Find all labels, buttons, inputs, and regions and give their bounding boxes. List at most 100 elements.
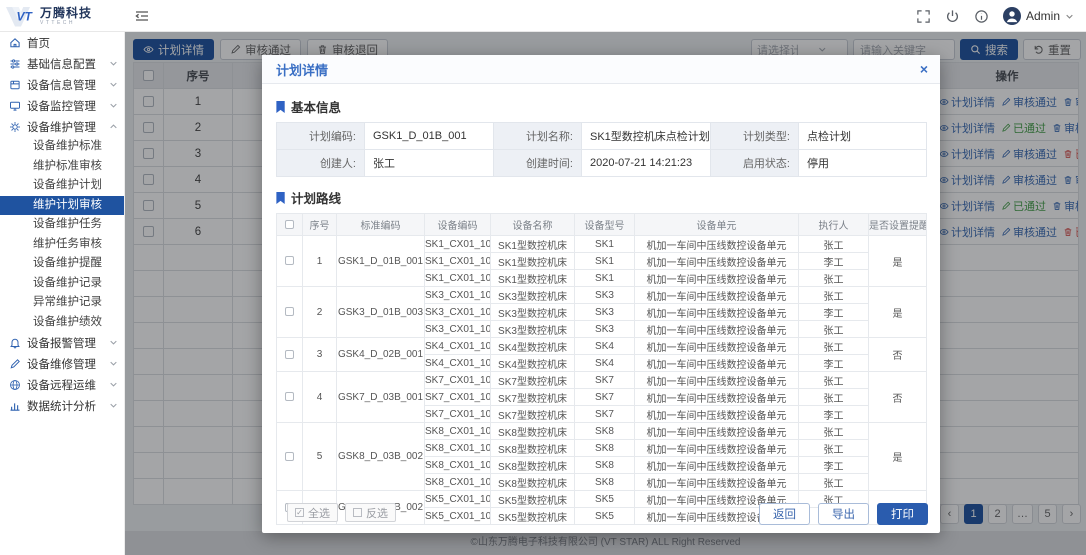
executor: 张工	[799, 270, 869, 287]
device-code: SK7_CX01_1003	[425, 406, 491, 423]
fullscreen-icon[interactable]	[916, 9, 931, 24]
device-code: SK3_CX01_1002	[425, 304, 491, 321]
sidebar-item-remote[interactable]: 设备远程运维	[0, 374, 124, 395]
device-model: SK1	[575, 253, 635, 270]
executor: 张工	[799, 389, 869, 406]
checkbox[interactable]	[285, 452, 294, 461]
stats-icon	[9, 400, 21, 412]
route-col-header: 执行人	[799, 214, 869, 236]
device-unit: 机加一车间中压线数控设备单元	[635, 474, 799, 491]
sidebar-item-label: 基础信息配置	[27, 56, 96, 72]
plan-detail-modal: 计划详情 × 基本信息 计划编码:GSK1_D_01B_001计划名称:SK1型…	[262, 55, 940, 533]
chevron-down-icon	[1065, 12, 1074, 21]
device-model: SK3	[575, 287, 635, 304]
sidebar-subitem[interactable]: 维护任务审核	[0, 235, 124, 255]
info-value: 张工	[365, 150, 494, 177]
back-button[interactable]: 返回	[759, 503, 810, 525]
remote-icon	[9, 379, 21, 391]
sidebar-item-label: 首页	[27, 35, 50, 51]
modal-title: 计划详情	[276, 60, 328, 79]
checkbox[interactable]	[285, 392, 294, 401]
device-code: SK5_CX01_1002	[425, 508, 491, 525]
route-col-header: 设备名称	[491, 214, 575, 236]
device-name: SK3型数控机床	[491, 287, 575, 304]
sidebar-subitem[interactable]: 设备维护记录	[0, 274, 124, 294]
collapse-sidebar-icon[interactable]	[134, 8, 150, 24]
sidebar-subitem[interactable]: 设备维护提醒	[0, 254, 124, 274]
sidebar-subitem[interactable]: 设备维护标准	[0, 137, 124, 157]
sidebar-item-gear[interactable]: 设备维护管理	[0, 116, 124, 137]
device-code: SK1_CX01_1001	[425, 236, 491, 253]
route-seq: 1	[303, 236, 337, 287]
device-name: SK7型数控机床	[491, 372, 575, 389]
checkbox	[353, 508, 362, 517]
sidebar-subitem[interactable]: 设备维护任务	[0, 215, 124, 235]
info-icon[interactable]	[974, 9, 989, 24]
route-row: 4GSK7_D_03B_001SK7_CX01_1001SK7型数控机床SK7机…	[277, 372, 927, 389]
device-name: SK5型数控机床	[491, 491, 575, 508]
close-icon[interactable]: ×	[920, 60, 928, 78]
device-info-icon	[9, 79, 21, 91]
sidebar-subitem-active[interactable]: 维护计划审核	[0, 196, 124, 216]
sidebar-item-config[interactable]: 基础信息配置	[0, 53, 124, 74]
alarm-icon	[9, 337, 21, 349]
print-button[interactable]: 打印	[877, 503, 928, 525]
info-value: SK1型数控机床点检计划	[582, 123, 711, 150]
sidebar-subitem[interactable]: 设备维护绩效	[0, 313, 124, 333]
device-code: SK8_CX01_1002	[425, 440, 491, 457]
executor: 李工	[799, 253, 869, 270]
info-label: 计划名称:	[494, 123, 582, 150]
sidebar-subitem[interactable]: 维护标准审核	[0, 157, 124, 177]
route-std-code: GSK4_D_02B_001	[337, 338, 425, 372]
invert-selection-button[interactable]: 反选	[345, 503, 396, 522]
button-label: 全选	[308, 505, 330, 521]
device-model: SK1	[575, 236, 635, 253]
info-label: 创建时间:	[494, 150, 582, 177]
sidebar-item-repair[interactable]: 设备维修管理	[0, 353, 124, 374]
chevron-down-icon	[109, 59, 118, 68]
executor: 张工	[799, 372, 869, 389]
chevron-down-icon	[109, 401, 118, 410]
sidebar-item-home[interactable]: 首页	[0, 32, 124, 53]
chevron-up-icon	[109, 122, 118, 131]
route-checkbox-cell	[277, 338, 303, 372]
device-model: SK4	[575, 338, 635, 355]
brand-subtitle: VTTECH	[40, 21, 92, 26]
route-row: 2GSK3_D_01B_003SK3_CX01_1001SK3型数控机床SK3机…	[277, 287, 927, 304]
export-button[interactable]: 导出	[818, 503, 869, 525]
sidebar-subitem[interactable]: 设备维护计划	[0, 176, 124, 196]
executor: 张工	[799, 287, 869, 304]
section-plan-route-label: 计划路线	[291, 188, 341, 207]
route-row: 5GSK8_D_03B_002SK8_CX01_1001SK8型数控机床SK8机…	[277, 423, 927, 440]
chevron-down-icon	[109, 101, 118, 110]
sidebar-item-alarm[interactable]: 设备报警管理	[0, 332, 124, 353]
checkbox[interactable]	[285, 307, 294, 316]
power-icon[interactable]	[945, 9, 960, 24]
sidebar-item-monitor[interactable]: 设备监控管理	[0, 95, 124, 116]
route-std-code: GSK3_D_01B_003	[337, 287, 425, 338]
route-seq: 3	[303, 338, 337, 372]
checkbox[interactable]	[285, 350, 294, 359]
sidebar-item-device-info[interactable]: 设备信息管理	[0, 74, 124, 95]
sidebar-item-stats[interactable]: 数据统计分析	[0, 395, 124, 416]
checkbox[interactable]	[285, 256, 294, 265]
user-menu[interactable]: Admin	[1003, 7, 1074, 25]
monitor-icon	[9, 100, 21, 112]
device-unit: 机加一车间中压线数控设备单元	[635, 236, 799, 253]
sidebar-subitem[interactable]: 异常维护记录	[0, 293, 124, 313]
sidebar-submenu: 设备维护标准维护标准审核设备维护计划维护计划审核设备维护任务维护任务审核设备维护…	[0, 137, 124, 332]
device-code: SK4_CX01_1001	[425, 338, 491, 355]
device-code: SK7_CX01_1001	[425, 372, 491, 389]
device-unit: 机加一车间中压线数控设备单元	[635, 423, 799, 440]
route-std-code: GSK1_D_01B_001	[337, 236, 425, 287]
checkbox[interactable]	[285, 220, 294, 229]
config-icon	[9, 58, 21, 70]
device-model: SK8	[575, 474, 635, 491]
select-all-button[interactable]: ✓全选	[287, 503, 338, 522]
sidebar-item-label: 设备报警管理	[27, 335, 96, 351]
topbar-actions: Admin	[916, 0, 1074, 32]
username-label: Admin	[1026, 9, 1060, 23]
route-col-header: 是否设置提醒	[869, 214, 927, 236]
remind-flag: 否	[869, 372, 927, 423]
sidebar-item-label: 设备维修管理	[27, 356, 96, 372]
